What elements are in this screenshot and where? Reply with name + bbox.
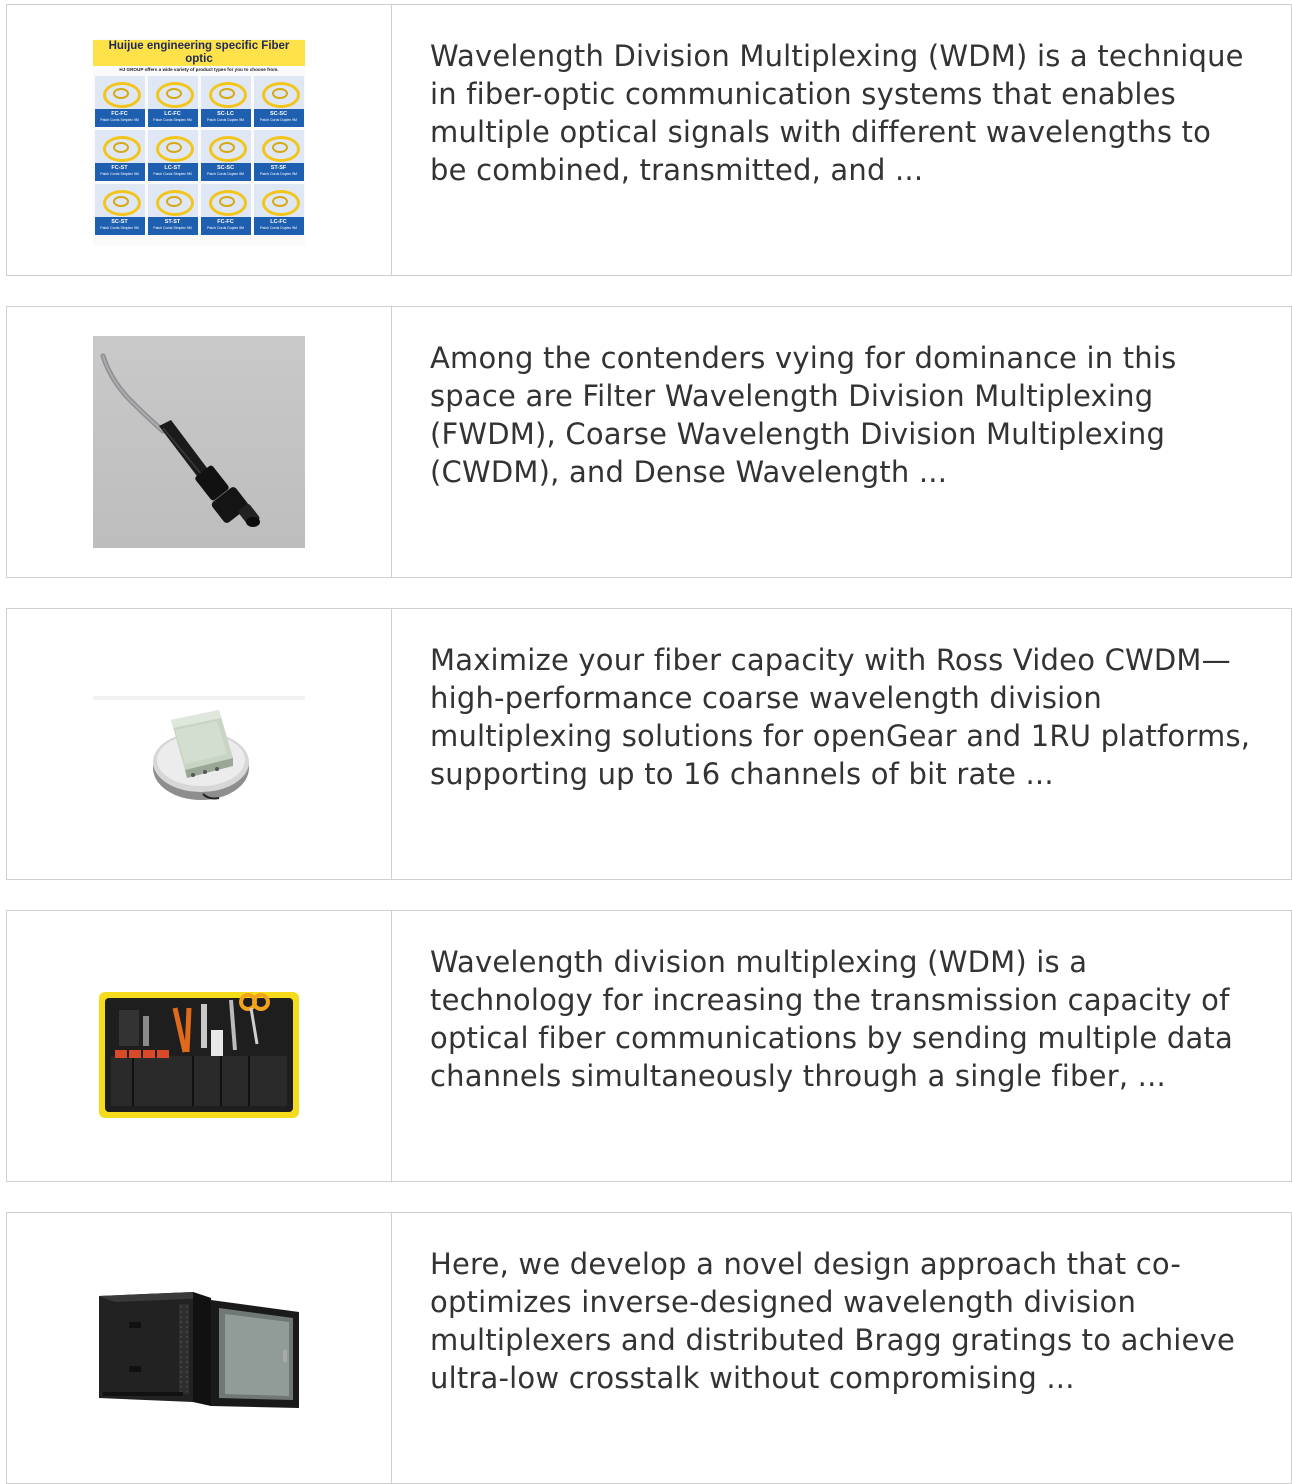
result-snippet[interactable]: Wavelength Division Multiplexing (WDM) i… xyxy=(430,37,1255,189)
result-snippet[interactable]: Among the contenders vying for dominance… xyxy=(430,339,1255,491)
poster-item: FC-ST Patch Cords Simplex 9M xyxy=(94,129,145,181)
poster-item: SC-SC Patch Cords Duplex 9M xyxy=(253,75,304,127)
result-text-cell: Wavelength Division Multiplexing (WDM) i… xyxy=(392,5,1291,275)
patch-cord-poster-image[interactable]: Huijue engineering specific Fiber optic … xyxy=(93,38,305,245)
fiber-tool-kit-image[interactable] xyxy=(93,940,305,1152)
result-snippet[interactable]: Here, we develop a novel design approach… xyxy=(430,1245,1255,1397)
result-card[interactable]: Maximize your fiber capacity with Ross V… xyxy=(6,608,1292,880)
result-thumbnail-cell: Huijue engineering specific Fiber optic … xyxy=(7,5,392,275)
result-card[interactable]: Among the contenders vying for dominance… xyxy=(6,306,1292,578)
result-card[interactable]: Wavelength division multiplexing (WDM) i… xyxy=(6,910,1292,1182)
poster-item: LC-FC Patch Cords Simplex 9M xyxy=(147,75,198,127)
poster-item: FC-FC Patch Cords Duplex 9M xyxy=(200,183,251,235)
result-thumbnail-cell xyxy=(7,1213,392,1483)
network-cabinet-icon xyxy=(99,1292,299,1408)
result-thumbnail-cell xyxy=(7,609,392,879)
poster-item: ST-ST Patch Cords Simplex 9M xyxy=(147,183,198,235)
fiber-connector-icon xyxy=(100,353,260,527)
fiber-connector-image[interactable] xyxy=(93,336,305,548)
result-text-cell: Maximize your fiber capacity with Ross V… xyxy=(392,609,1291,879)
poster-grid: FC-FC Patch Cords Simplex 9M LC-FC Patch C… xyxy=(93,75,305,235)
result-snippet[interactable]: Wavelength division multiplexing (WDM) i… xyxy=(430,943,1255,1095)
result-text-cell: Here, we develop a novel design approach… xyxy=(392,1213,1291,1483)
result-card[interactable]: Huijue engineering specific Fiber optic … xyxy=(6,4,1292,276)
result-thumbnail-cell xyxy=(7,307,392,577)
tool-kit-icon xyxy=(99,992,299,1118)
splice-enclosure-image[interactable] xyxy=(93,638,305,850)
result-thumbnail-cell xyxy=(7,911,392,1181)
poster-item: FC-FC Patch Cords Simplex 9M xyxy=(94,75,145,127)
poster-item: LC-ST Patch Cords Simplex 9M xyxy=(147,129,198,181)
poster-item: ST-SF Patch Cords Duplex 9M xyxy=(253,129,304,181)
poster-item: SC-LC Patch Cords Duplex 9M xyxy=(200,75,251,127)
poster-subtitle: HJ GROUP offers a wide variety of produc… xyxy=(119,66,279,72)
result-text-cell: Among the contenders vying for dominance… xyxy=(392,307,1291,577)
poster-item: SC-SC Patch Cords Duplex 9M xyxy=(200,129,251,181)
splice-enclosure-icon xyxy=(93,696,305,800)
poster-item: SC-ST Patch Cords Simplex 9M xyxy=(94,183,145,235)
poster-item: LC-FC Patch Cords Duplex 9M xyxy=(253,183,304,235)
network-cabinet-image[interactable] xyxy=(93,1242,305,1454)
result-snippet[interactable]: Maximize your fiber capacity with Ross V… xyxy=(430,641,1255,793)
poster-title: Huijue engineering specific Fiber optic xyxy=(93,39,305,66)
result-text-cell: Wavelength division multiplexing (WDM) i… xyxy=(392,911,1291,1181)
result-card[interactable]: Here, we develop a novel design approach… xyxy=(6,1212,1292,1484)
